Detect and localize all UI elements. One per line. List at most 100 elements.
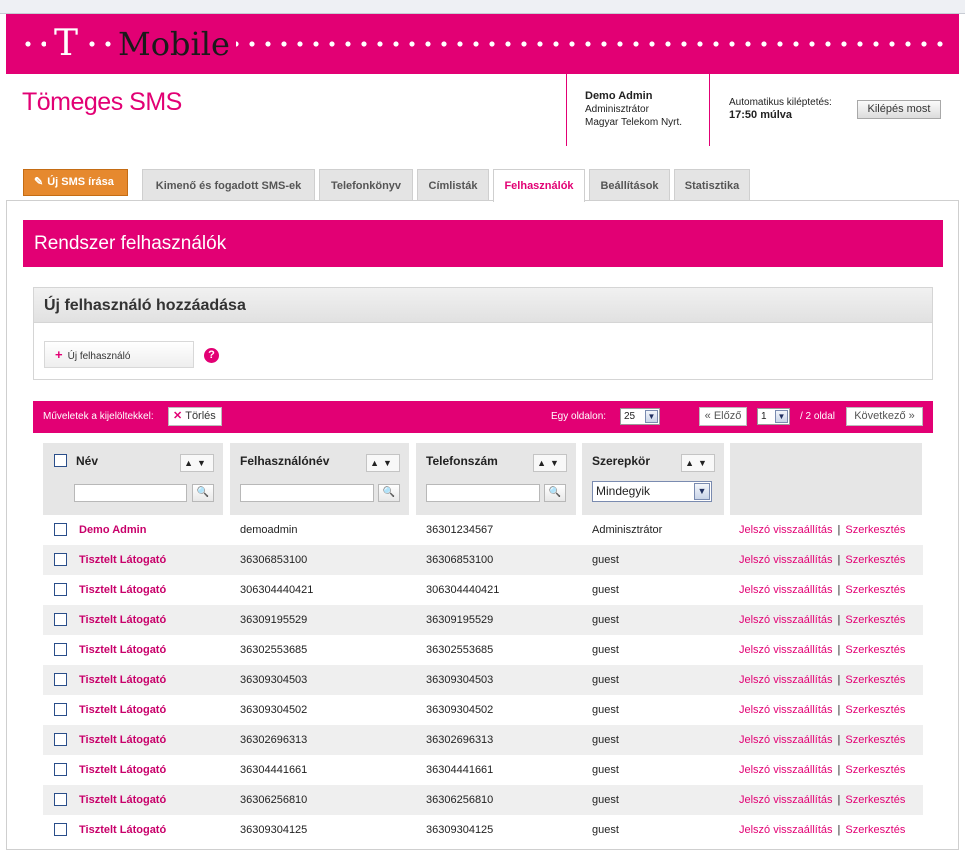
edit-link[interactable]: Szerkesztés bbox=[845, 614, 905, 626]
delete-button[interactable]: ✕ Törlés bbox=[168, 407, 222, 426]
edit-link[interactable]: Szerkesztés bbox=[845, 824, 905, 836]
logout-button[interactable]: Kilépés most bbox=[857, 100, 941, 119]
sort-role-buttons[interactable]: ▲▼ bbox=[681, 454, 715, 472]
sort-name-buttons[interactable]: ▲▼ bbox=[180, 454, 214, 472]
tab-settings[interactable]: Beállítások bbox=[589, 169, 670, 201]
edit-link[interactable]: Szerkesztés bbox=[845, 674, 905, 686]
tab-messages[interactable]: Kimenő és fogadott SMS-ek bbox=[142, 169, 315, 201]
search-icon[interactable]: 🔍 bbox=[192, 484, 214, 502]
row-checkbox[interactable] bbox=[54, 613, 67, 626]
pages-label: / 2 oldal bbox=[800, 411, 836, 422]
reset-password-link[interactable]: Jelszó visszaállítás bbox=[739, 644, 833, 656]
reset-password-link[interactable]: Jelszó visszaállítás bbox=[739, 614, 833, 626]
add-user-title: Új felhasználó hozzáadása bbox=[34, 288, 932, 323]
table-row: Tisztelt Látogató 36302696313 36302696313 g… bbox=[43, 725, 923, 755]
row-phone: 36306256810 bbox=[426, 794, 494, 806]
table-row: Tisztelt Látogató 306304440421 30630444042… bbox=[43, 575, 923, 605]
tab-statistics[interactable]: Statisztika bbox=[674, 169, 750, 201]
row-name[interactable]: Tisztelt Látogató bbox=[79, 665, 166, 695]
row-name[interactable]: Tisztelt Látogató bbox=[79, 695, 166, 725]
auto-logout-info: Automatikus kiléptetés: 17:50 múlva bbox=[729, 96, 832, 122]
row-checkbox[interactable] bbox=[54, 793, 67, 806]
reset-password-link[interactable]: Jelszó visszaállítás bbox=[739, 554, 833, 566]
row-username: 36309304125 bbox=[240, 824, 308, 836]
row-username: 36302696313 bbox=[240, 734, 308, 746]
prev-page-button[interactable]: « Előző bbox=[699, 407, 747, 426]
row-phone: 36309304503 bbox=[426, 674, 494, 686]
reset-password-link[interactable]: Jelszó visszaállítás bbox=[739, 704, 833, 716]
row-checkbox[interactable] bbox=[54, 733, 67, 746]
reset-password-link[interactable]: Jelszó visszaállítás bbox=[739, 824, 833, 836]
link-separator: | bbox=[837, 674, 841, 686]
edit-link[interactable]: Szerkesztés bbox=[845, 734, 905, 746]
row-role: guest bbox=[592, 554, 619, 566]
help-icon[interactable]: ? bbox=[204, 348, 219, 363]
row-name[interactable]: Tisztelt Látogató bbox=[79, 755, 166, 785]
row-name[interactable]: Tisztelt Látogató bbox=[79, 575, 166, 605]
edit-link[interactable]: Szerkesztés bbox=[845, 644, 905, 656]
tab-users[interactable]: Felhasználók bbox=[493, 169, 585, 202]
tab-address-lists[interactable]: Címlisták bbox=[417, 169, 489, 201]
reset-password-link[interactable]: Jelszó visszaállítás bbox=[739, 584, 833, 596]
select-all-checkbox[interactable] bbox=[54, 454, 67, 467]
role-filter-select[interactable]: Mindegyik ▼ bbox=[592, 481, 712, 502]
row-checkbox[interactable] bbox=[54, 823, 67, 836]
row-checkbox[interactable] bbox=[54, 643, 67, 656]
row-checkbox[interactable] bbox=[54, 673, 67, 686]
row-username: 36309304502 bbox=[240, 704, 308, 716]
column-header-actions bbox=[730, 443, 922, 515]
link-separator: | bbox=[837, 554, 841, 566]
add-user-button[interactable]: + Új felhasználó bbox=[44, 341, 194, 368]
row-name[interactable]: Tisztelt Látogató bbox=[79, 635, 166, 665]
tab-phonebook[interactable]: Telefonkönyv bbox=[319, 169, 413, 201]
edit-link[interactable]: Szerkesztés bbox=[845, 524, 905, 536]
table-row: Tisztelt Látogató 36309195529 36309195529 g… bbox=[43, 605, 923, 635]
row-checkbox[interactable] bbox=[54, 583, 67, 596]
row-checkbox[interactable] bbox=[54, 523, 67, 536]
edit-link[interactable]: Szerkesztés bbox=[845, 704, 905, 716]
chevron-down-icon: ▼ bbox=[645, 410, 658, 423]
row-actions: Jelszó visszaállítás | Szerkesztés bbox=[739, 815, 905, 845]
edit-link[interactable]: Szerkesztés bbox=[845, 584, 905, 596]
row-checkbox[interactable] bbox=[54, 553, 67, 566]
reset-password-link[interactable]: Jelszó visszaállítás bbox=[739, 674, 833, 686]
column-title-phone: Telefonszám bbox=[426, 454, 498, 468]
next-page-button[interactable]: Következő » bbox=[846, 407, 923, 426]
user-info: Demo Admin Adminisztrátor Magyar Telekom… bbox=[566, 74, 710, 146]
edit-link[interactable]: Szerkesztés bbox=[845, 764, 905, 776]
row-username: 36302553685 bbox=[240, 644, 308, 656]
row-phone: 36301234567 bbox=[426, 524, 494, 536]
reset-password-link[interactable]: Jelszó visszaállítás bbox=[739, 764, 833, 776]
edit-link[interactable]: Szerkesztés bbox=[845, 554, 905, 566]
filter-phone-input[interactable] bbox=[426, 484, 540, 502]
row-checkbox[interactable] bbox=[54, 703, 67, 716]
per-page-select[interactable]: 25 ▼ bbox=[620, 408, 660, 425]
page-select[interactable]: 1 ▼ bbox=[757, 408, 790, 425]
row-name[interactable]: Demo Admin bbox=[79, 515, 146, 545]
edit-link[interactable]: Szerkesztés bbox=[845, 794, 905, 806]
search-icon[interactable]: 🔍 bbox=[378, 484, 400, 502]
search-icon[interactable]: 🔍 bbox=[544, 484, 566, 502]
sort-phone-buttons[interactable]: ▲▼ bbox=[533, 454, 567, 472]
row-name[interactable]: Tisztelt Látogató bbox=[79, 725, 166, 755]
link-separator: | bbox=[837, 614, 841, 626]
row-checkbox[interactable] bbox=[54, 763, 67, 776]
browser-top-strip bbox=[0, 0, 965, 14]
reset-password-link[interactable]: Jelszó visszaállítás bbox=[739, 734, 833, 746]
reset-password-link[interactable]: Jelszó visszaállítás bbox=[739, 794, 833, 806]
delete-label: Törlés bbox=[185, 410, 216, 422]
new-sms-button[interactable]: ✎ Új SMS írása bbox=[23, 169, 128, 196]
row-name[interactable]: Tisztelt Látogató bbox=[79, 815, 166, 845]
row-phone: 36309195529 bbox=[426, 614, 494, 626]
row-username: 36309304503 bbox=[240, 674, 308, 686]
filter-name-input[interactable] bbox=[74, 484, 187, 502]
page-value: 1 bbox=[761, 411, 767, 422]
row-name[interactable]: Tisztelt Látogató bbox=[79, 545, 166, 575]
reset-password-link[interactable]: Jelszó visszaállítás bbox=[739, 524, 833, 536]
row-name[interactable]: Tisztelt Látogató bbox=[79, 605, 166, 635]
filter-username-input[interactable] bbox=[240, 484, 374, 502]
logo-mobile: Mobile bbox=[112, 22, 236, 66]
row-name[interactable]: Tisztelt Látogató bbox=[79, 785, 166, 815]
row-actions: Jelszó visszaállítás | Szerkesztés bbox=[739, 725, 905, 755]
sort-username-buttons[interactable]: ▲▼ bbox=[366, 454, 400, 472]
